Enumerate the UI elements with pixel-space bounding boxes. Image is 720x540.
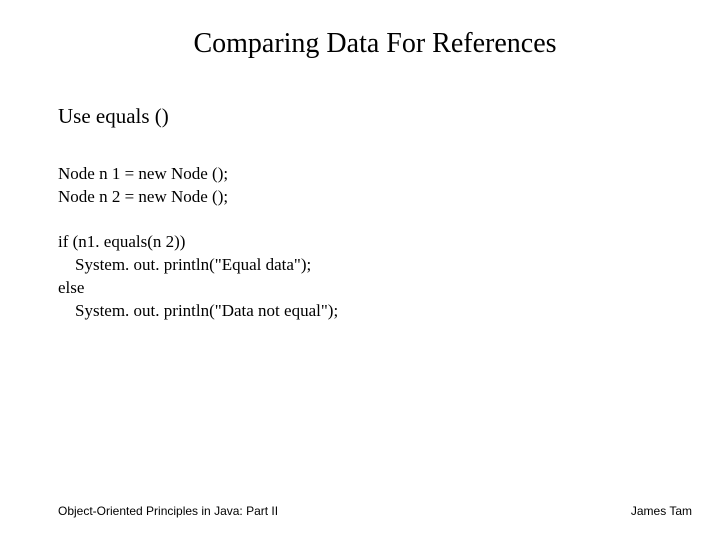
code-line: else	[58, 277, 662, 300]
code-line: Node n 1 = new Node ();	[58, 163, 662, 186]
slide-title: Comparing Data For References	[88, 28, 662, 60]
code-block: Node n 1 = new Node (); Node n 2 = new N…	[58, 163, 662, 323]
slide-subtitle: Use equals ()	[58, 104, 662, 129]
footer-right: James Tam	[631, 504, 692, 518]
code-line: Node n 2 = new Node ();	[58, 186, 662, 209]
code-line: System. out. println("Data not equal");	[58, 300, 662, 323]
spacer	[58, 209, 662, 231]
code-line: System. out. println("Equal data");	[58, 254, 662, 277]
footer-left: Object-Oriented Principles in Java: Part…	[58, 504, 278, 518]
footer: Object-Oriented Principles in Java: Part…	[58, 504, 692, 518]
slide-container: Comparing Data For References Use equals…	[0, 0, 720, 540]
code-line: if (n1. equals(n 2))	[58, 231, 662, 254]
